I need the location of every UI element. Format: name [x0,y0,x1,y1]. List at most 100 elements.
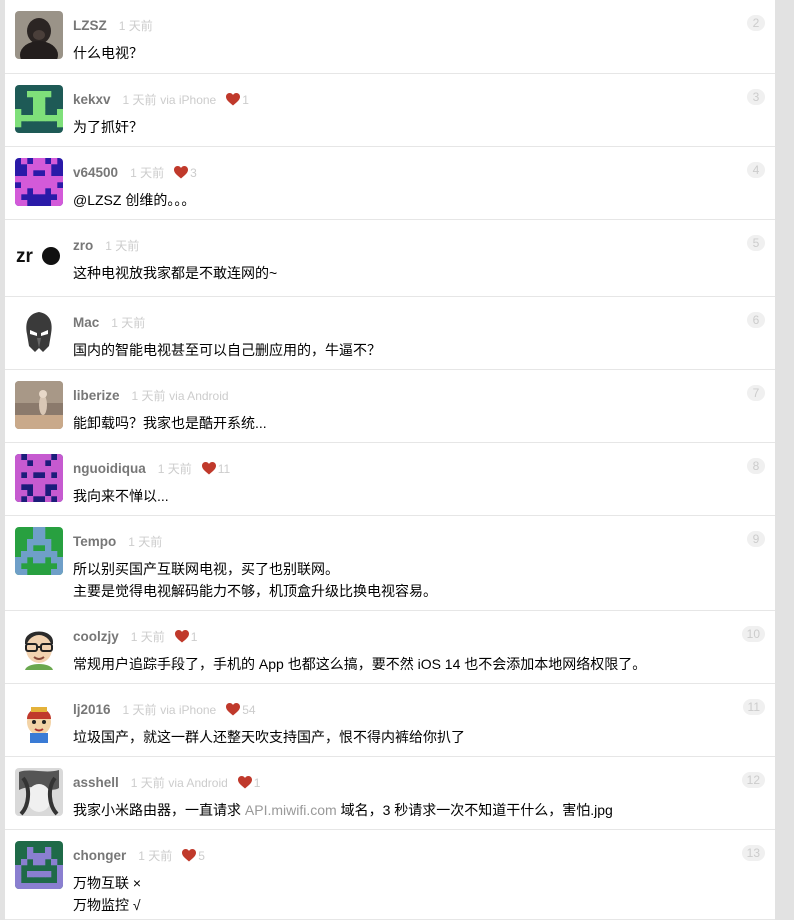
reply-item: Mac 1 天前 6 国内的智能电视甚至可以自己删应用的，牛逼不？ [5,297,775,370]
reply-client: via iPhone [160,93,217,107]
floor-number: 5 [747,235,765,251]
username-link[interactable]: LZSZ [73,18,107,33]
floor-number: 6 [747,312,765,328]
username-link[interactable]: lj2016 [73,702,111,717]
content-line: 什么电视？ [73,45,143,61]
heart-icon [201,462,216,475]
floor-number: 4 [747,162,765,178]
avatar[interactable] [15,85,63,133]
reply-header: LZSZ 1 天前 [73,16,153,36]
reply-item: v64500 1 天前 3 4 @LZSZ 创维的。。。 [5,147,775,220]
reply-header: Mac 1 天前 [73,313,145,333]
content-line: 所以别买国产互联网电视，买了也别联网。 [73,561,339,577]
reply-header: zro 1 天前 [73,236,139,256]
reply-content: 我家小米路由器，一直请求 API.miwifi.com 域名，3 秒请求一次不知… [73,799,613,821]
avatar[interactable] [15,454,63,502]
reply-time: 1 天前 [130,630,165,644]
thanks-count: 3 [190,166,197,180]
reply-item: coolzjy 1 天前 1 10 常规用户追踪手段了，手机的 App 也都这么搞，要不… [5,611,775,684]
username-link[interactable]: Tempo [73,534,116,549]
reply-item: liberize 1 天前 via Android 7 能卸载吗？我家也是酷开系统..… [5,370,775,443]
reply-header: nguoidiqua 1 天前 11 [73,459,230,479]
thanks-count: 11 [217,462,231,476]
content-line: 万物互联 × [73,875,142,891]
avatar[interactable] [15,622,63,670]
thanks-count: 54 [242,703,256,717]
username-link[interactable]: v64500 [73,165,118,180]
content-line: 常规用户追踪手段了，手机的 App 也都这么搞，要不然 iOS 14 也不会添加… [73,656,647,672]
username-link[interactable]: coolzjy [73,629,119,644]
reply-time: 1 天前 [105,239,140,253]
reply-time: 1 天前 [118,19,153,33]
username-link[interactable]: liberize [73,388,120,403]
reply-time: 1 天前 [122,703,157,717]
content-line: 我向来不惮以... [73,488,169,504]
reply-time: 1 天前 [130,776,165,790]
reply-item: lj2016 1 天前 via iPhone 54 11 垃圾国产，就这一群人还整天吹支… [5,684,775,757]
domain-text: API.miwifi.com [244,802,337,818]
reply-content: 所以别买国产互联网电视，买了也别联网。主要是觉得电视解码能力不够，机顶盒升级比换… [73,558,437,602]
reply-content: 万物互联 × 万物监控 √ [73,872,141,916]
avatar[interactable] [15,308,63,356]
username-link[interactable]: Mac [73,315,99,330]
content-line: 为了抓奸？ [73,119,143,135]
avatar[interactable] [15,381,63,429]
username-link[interactable]: kekxv [73,92,111,107]
avatar[interactable] [15,11,63,59]
svg-text:zr: zr [16,246,34,267]
content-line: 垃圾国产，就这一群人还整天吹支持国产，恨不得内裤给你扒了 [73,729,465,745]
username-link[interactable]: nguoidiqua [73,461,146,476]
avatar[interactable] [15,527,63,575]
reply-time: 1 天前 [111,316,146,330]
floor-number: 8 [747,458,765,474]
reply-content: 能卸载吗？我家也是酷开系统... [73,412,267,434]
thanks-count: 1 [253,776,261,790]
reply-item: kekxv 1 天前 via iPhone 1 3 为了抓奸？ [5,74,775,147]
content-line: 这种电视放我家都是不敢连网的~ [73,265,278,281]
floor-number: 2 [747,15,765,31]
floor-number: 9 [747,531,765,547]
reply-time: 1 天前 [157,462,192,476]
reply-header: asshell 1 天前 via Android 1 [73,773,260,793]
avatar[interactable]: zr [15,231,63,279]
content-line: 国内的智能电视甚至可以自己删应用的，牛逼不？ [73,342,381,358]
heart-icon [174,630,189,643]
heart-icon [226,93,241,106]
reply-content: 这种电视放我家都是不敢连网的~ [73,262,277,284]
reply-header: v64500 1 天前 3 [73,163,197,183]
reply-content: @LZSZ 创维的。。。 [73,189,195,211]
reply-time: 1 天前 [138,849,173,863]
reply-item: asshell 1 天前 via Android 1 12 我家小米路由器，一直请求 A… [5,757,775,830]
thanks-count: 5 [198,849,205,863]
reply-content: 常规用户追踪手段了，手机的 App 也都这么搞，要不然 iOS 14 也不会添加… [73,653,646,675]
reply-item: LZSZ 1 天前 2 什么电视？ [5,0,775,74]
username-link[interactable]: asshell [73,775,119,790]
avatar[interactable] [15,695,63,743]
reply-header: Tempo 1 天前 [73,532,162,552]
floor-number: 7 [747,385,765,401]
reply-item: chonger 1 天前 5 13 万物互联 × 万物监控 √ [5,830,775,920]
heart-icon [174,166,189,179]
username-link[interactable]: chonger [73,848,126,863]
reply-content: 我向来不惮以... [73,485,169,507]
reply-header: liberize 1 天前 via Android [73,386,229,406]
floor-number: 3 [747,89,765,105]
floor-number: 11 [742,699,765,715]
reply-client: via Android [168,776,228,790]
reply-item: Tempo 1 天前 9 所以别买国产互联网电视，买了也别联网。主要是觉得电视解码能力… [5,516,775,611]
reply-list: LZSZ 1 天前 2 什么电视？ kekxv 1 天前 via iPhone 1 3 为了抓奸… [4,0,775,920]
reply-time: 1 天前 [130,166,165,180]
avatar[interactable] [15,841,63,889]
heart-icon [182,849,197,862]
reply-header: lj2016 1 天前 via iPhone 54 [73,700,256,720]
avatar[interactable] [15,158,63,206]
reply-content: 垃圾国产，就这一群人还整天吹支持国产，恨不得内裤给你扒了 [73,726,465,748]
username-link[interactable]: zro [73,238,93,253]
reply-content: 为了抓奸？ [73,116,143,138]
reply-client: via Android [169,389,229,403]
avatar[interactable] [15,768,63,816]
content-line: 主要是觉得电视解码能力不够，机顶盒升级比换电视容易。 [73,583,437,599]
reply-time: 1 天前 [128,535,163,549]
reply-item: zr zro 1 天前 5 这种电视放我家都是不敢连网的~ [5,220,775,297]
floor-number: 13 [741,845,765,861]
